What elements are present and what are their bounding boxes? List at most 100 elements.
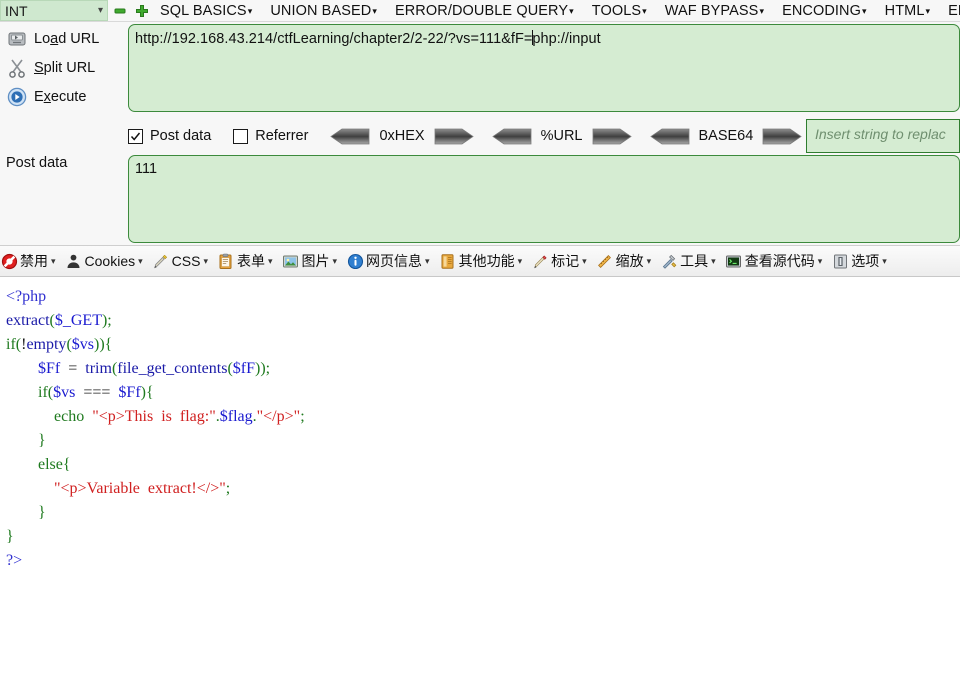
web-developer-toolbar: 禁用 ▾ Cookies ▾ CSS ▾ 表单 ▾ 图片 ▾ 网页信息 ▾ 其他… (0, 246, 960, 277)
code-line-php-open: <?php (6, 288, 47, 305)
replace-string-placeholder: Insert string to replac (815, 126, 946, 142)
chevron-down-icon: ▾ (817, 255, 823, 266)
code-line-ff-assign: $Ff (38, 360, 61, 377)
wd-item-css[interactable]: CSS ▾ (152, 252, 208, 270)
hackbar-menu-items: SQL BASICS▾ UNION BASED▾ ERROR/DOUBLE QU… (160, 0, 960, 22)
code-line-if-compare: if (38, 384, 48, 401)
css-icon (152, 252, 170, 270)
wd-item-page-info-label: 网页信息 (366, 253, 423, 269)
wd-item-view-source[interactable]: 查看源代码 ▾ (725, 251, 823, 271)
url-text-after-caret: php://input (532, 31, 601, 47)
split-url-icon (6, 57, 28, 79)
base64-encoder-group: BASE64 (649, 128, 803, 145)
tools-icon (660, 252, 678, 270)
decode-left-arrow-icon[interactable] (649, 128, 690, 145)
decode-left-arrow-icon[interactable] (330, 128, 370, 145)
chevron-down-icon: ▾ (882, 255, 887, 266)
replace-string-input[interactable]: Insert string to replac (806, 119, 960, 153)
disable-icon (0, 252, 18, 270)
menu-encoding[interactable]: ENCODING▾ (782, 3, 867, 19)
code-line-close-brace: } (6, 528, 14, 545)
hex-encoder-group: 0xHEX (330, 128, 474, 145)
menu-waf-bypass[interactable]: WAF BYPASS▾ (665, 3, 764, 19)
add-tab-button[interactable] (135, 4, 149, 18)
url-text-before-caret: http://192.168.43.214/ctfLearning/chapte… (135, 31, 533, 47)
menu-tools-label: TOOLS (591, 3, 642, 19)
wd-item-cookies-label: Cookies (84, 253, 136, 269)
view-source-icon (725, 252, 743, 270)
cookies-icon (65, 252, 83, 270)
wd-item-disable-label: 禁用 (20, 253, 48, 269)
wd-item-resize[interactable]: 缩放 ▾ (596, 251, 652, 271)
menu-error-double-query-label: ERROR/DOUBLE QUERY (394, 3, 569, 19)
menu-error-double-query[interactable]: ERROR/DOUBLE QUERY▾ (395, 3, 574, 19)
load-url-button[interactable]: Load URL (0, 24, 128, 53)
php-source-code: <?php extract($_GET); if(!empty($vs)){ $… (6, 288, 305, 569)
chevron-down-icon: ▾ (267, 255, 273, 266)
post-data-checkbox-label: Post data (150, 128, 212, 144)
url-input[interactable]: http://192.168.43.214/ctfLearning/chapte… (128, 24, 960, 112)
wd-item-misc-label: 其他功能 (458, 253, 515, 269)
decode-left-arrow-icon[interactable] (491, 128, 532, 145)
load-url-label: Load URL (34, 30, 100, 47)
payload-type-select[interactable]: INT ▾ (0, 0, 108, 21)
menu-sql-basics[interactable]: SQL BASICS▾ (160, 3, 252, 19)
chevron-down-icon: ▾ (646, 255, 652, 266)
wd-item-tools[interactable]: 工具 ▾ (660, 251, 716, 271)
execute-icon (6, 86, 28, 108)
hackbar-action-buttons: Load URL Split URL Execute (0, 24, 128, 111)
encode-right-arrow-icon[interactable] (762, 128, 803, 145)
menu-enc-truncated[interactable]: ENC (948, 3, 960, 19)
wd-item-outline[interactable]: 标记 ▾ (531, 251, 587, 271)
code-line-extract: extract (6, 312, 50, 329)
wd-item-view-source-label: 查看源代码 (744, 253, 815, 269)
split-url-button[interactable]: Split URL (0, 53, 128, 82)
menu-encoding-label: ENCODING (782, 3, 862, 19)
wd-item-images[interactable]: 图片 ▾ (282, 251, 338, 271)
url-encoder-label: %URL (540, 128, 583, 144)
wd-item-disable[interactable]: 禁用 ▾ (0, 251, 56, 271)
chevron-down-icon: ▾ (642, 5, 647, 16)
chevron-down-icon: ▾ (759, 5, 765, 16)
wd-item-options[interactable]: 选项 ▾ (831, 251, 887, 271)
menu-waf-bypass-label: WAF BYPASS (664, 3, 759, 19)
chevron-down-icon: ▾ (925, 5, 931, 16)
outline-pencil-icon (531, 252, 549, 270)
post-data-value: 111 (135, 161, 158, 177)
post-data-checkbox[interactable]: Post data (128, 128, 211, 144)
menu-enc-truncated-label: ENC (948, 3, 960, 19)
chevron-down-icon: ▾ (332, 255, 338, 266)
wd-item-forms[interactable]: 表单 ▾ (217, 251, 273, 271)
menu-union-based[interactable]: UNION BASED▾ (270, 3, 377, 19)
referrer-checkbox[interactable]: Referrer (233, 128, 308, 144)
wd-item-options-label: 选项 (851, 253, 880, 269)
payload-type-value: INT (5, 2, 28, 19)
chevron-down-icon: ▾ (51, 255, 56, 266)
execute-button[interactable]: Execute (0, 82, 128, 111)
wd-item-images-label: 图片 (301, 253, 330, 269)
wd-item-tools-label: 工具 (680, 253, 709, 269)
chevron-down-icon: ▾ (247, 5, 253, 16)
menu-union-based-label: UNION BASED (270, 3, 372, 19)
wd-item-page-info[interactable]: 网页信息 ▾ (346, 251, 430, 271)
code-line-variable-extract: "<p>Variable extract!</>" (54, 480, 226, 497)
menu-tools[interactable]: TOOLS▾ (592, 3, 647, 19)
wd-item-outline-label: 标记 (551, 253, 580, 269)
hackbar-panel: INT ▾ SQL BASICS▾ UNION BASED▾ ERROR/DOU… (0, 0, 960, 246)
encode-right-arrow-icon[interactable] (592, 128, 632, 145)
post-data-input[interactable]: 111 (128, 155, 960, 243)
encode-right-arrow-icon[interactable] (434, 128, 474, 145)
images-icon (282, 252, 300, 270)
chevron-down-icon: ▾ (517, 255, 523, 266)
wd-item-misc[interactable]: 其他功能 ▾ (439, 251, 523, 271)
wd-item-cookies[interactable]: Cookies ▾ (65, 252, 143, 270)
menu-divider (0, 21, 960, 22)
remove-tab-button[interactable] (113, 4, 127, 18)
menu-html-label: HTML (884, 3, 925, 19)
chevron-down-icon: ▾ (711, 255, 716, 266)
execute-label: Execute (34, 88, 87, 105)
menu-html[interactable]: HTML▾ (885, 3, 931, 19)
forms-icon (217, 252, 235, 270)
page-content: <?php extract($_GET); if(!empty($vs)){ $… (0, 277, 960, 675)
chevron-down-icon: ▾ (582, 255, 587, 266)
